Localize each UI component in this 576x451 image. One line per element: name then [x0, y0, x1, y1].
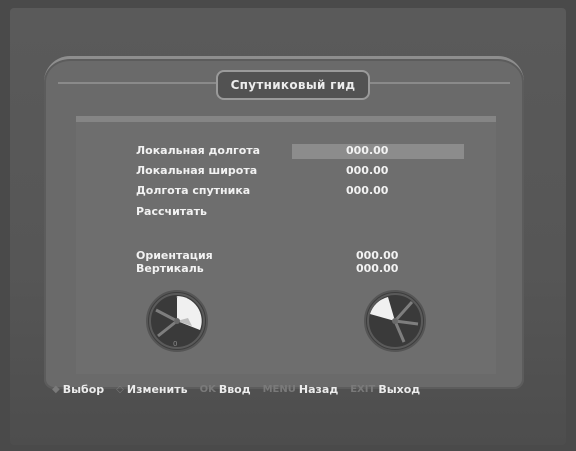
satellite-longitude-label[interactable]: Долгота спутника	[136, 184, 250, 197]
local-longitude-value[interactable]: 000.00	[346, 144, 388, 157]
title-divider-left	[58, 82, 216, 84]
footer-enter-label: Ввод	[218, 382, 251, 396]
compass-dial-graphic: 0 '	[149, 293, 205, 349]
svg-text:': '	[176, 295, 178, 303]
footer-back[interactable]: MENU Назад	[263, 383, 339, 396]
change-key-icon: ◇	[116, 383, 124, 395]
title-divider-right	[366, 82, 510, 84]
menu-key-icon: MENU	[262, 383, 296, 395]
page-title-text: Спутниковый гид	[230, 78, 356, 92]
local-latitude-value[interactable]: 000.00	[346, 164, 388, 177]
compass-dial-icon: 0 '	[146, 290, 208, 352]
select-key-icon: ◆	[52, 383, 60, 395]
orientation-label: Ориентация	[136, 249, 213, 262]
footer-exit[interactable]: EXIT Выход	[350, 383, 420, 396]
calculate-button[interactable]: Рассчитать	[136, 205, 207, 218]
footer-back-label: Назад	[298, 382, 339, 396]
local-longitude-label[interactable]: Локальная долгота	[136, 144, 260, 157]
elevation-dial-icon	[364, 290, 426, 352]
page-title: Спутниковый гид	[216, 70, 370, 100]
footer-change-label: Изменить	[126, 382, 188, 396]
footer-change[interactable]: ◇ Изменить	[116, 383, 187, 396]
ok-key-icon: OK	[199, 383, 216, 395]
local-latitude-label[interactable]: Локальная широта	[136, 164, 257, 177]
elevation-dial-graphic	[367, 293, 423, 349]
footer-exit-label: Выход	[378, 382, 421, 396]
footer-select-label: Выбор	[62, 382, 105, 396]
elevation-label: Вертикаль	[136, 262, 204, 275]
footer-select[interactable]: ◆ Выбор	[52, 383, 104, 396]
exit-key-icon: EXIT	[350, 383, 376, 395]
elevation-value: 000.00	[356, 262, 399, 275]
footer-hints: ◆ Выбор ◇ Изменить OK Ввод MENU Назад EX…	[52, 380, 432, 398]
footer-enter[interactable]: OK Ввод	[200, 383, 251, 396]
svg-text:0: 0	[173, 340, 177, 348]
satellite-longitude-value[interactable]: 000.00	[346, 184, 388, 197]
orientation-value: 000.00	[356, 249, 399, 262]
